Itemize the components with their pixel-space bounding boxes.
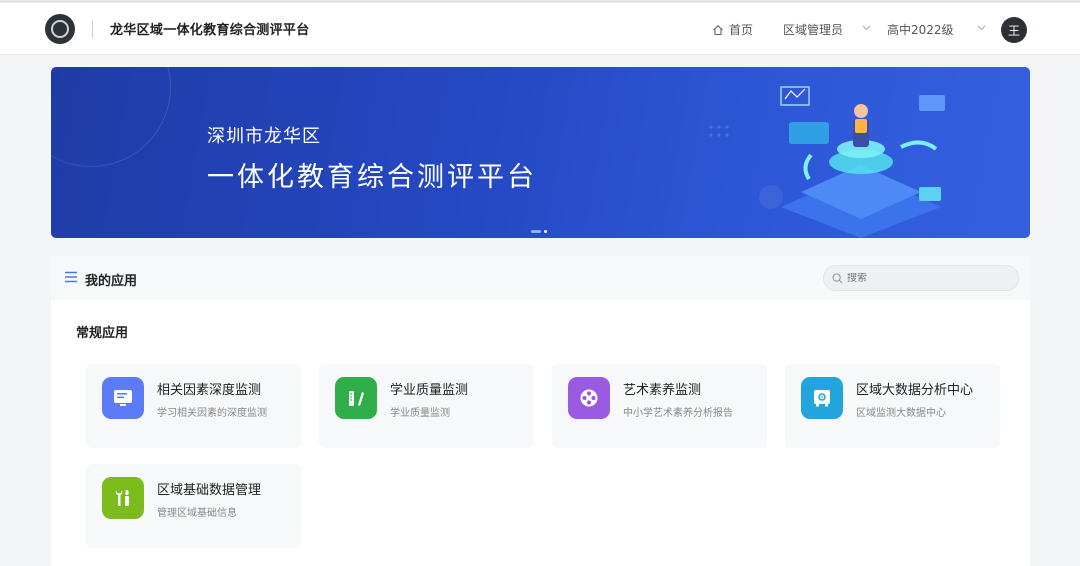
app-desc: 区域监测大数据中心	[856, 408, 946, 419]
banner-title: 一体化教育综合测评平台	[207, 162, 537, 193]
app-name: 学业质量监测	[390, 383, 469, 398]
logo[interactable]	[45, 14, 75, 44]
hero-banner[interactable]: 深圳市龙华区 一体化教育综合测评平台	[51, 67, 1030, 238]
banner-illustration	[709, 86, 945, 238]
nav-home[interactable]: 首页	[712, 21, 753, 38]
menu-icon	[65, 271, 77, 283]
tools-icon	[102, 477, 144, 519]
nav-home-label: 首页	[729, 23, 754, 37]
carousel-dot-active[interactable]	[531, 230, 541, 233]
app-card-art-literacy[interactable]: 艺术素养监测 中小学艺术素养分析报告	[552, 364, 767, 448]
app-desc: 管理区域基础信息	[157, 508, 237, 519]
app-name: 艺术素养监测	[623, 383, 702, 398]
chevron-down-icon[interactable]	[862, 23, 871, 32]
avatar[interactable]: 王	[1001, 17, 1027, 43]
banner-decoration	[51, 67, 171, 167]
ruler-pen-icon	[335, 377, 377, 419]
app-card-related-factors[interactable]: 相关因素深度监测 学习相关因素的深度监测	[86, 364, 301, 448]
app-name: 相关因素深度监测	[157, 383, 262, 398]
app-title: 龙华区域一体化教育综合测评平台	[110, 23, 310, 38]
header-divider	[92, 21, 93, 38]
app-name: 区域大数据分析中心	[856, 383, 974, 398]
app-desc: 学习相关因素的深度监测	[157, 408, 267, 419]
app-desc: 学业质量监测	[390, 408, 450, 419]
carousel-dot[interactable]	[544, 230, 547, 233]
app-card-academic-quality[interactable]: 学业质量监测 学业质量监测	[319, 364, 534, 448]
monitor-icon	[102, 377, 144, 419]
my-apps-panel: 我的应用 常规应用 相关因素深度监测 学习相关因素的深度监测	[51, 256, 1030, 566]
home-icon	[713, 24, 723, 35]
panel-header: 我的应用	[51, 256, 1030, 300]
grade-selector[interactable]: 高中2022级	[887, 21, 954, 38]
carousel-indicator[interactable]	[531, 230, 547, 233]
search-box[interactable]	[823, 265, 1019, 291]
role-label: 区域管理员	[783, 23, 844, 37]
app-desc: 中小学艺术素养分析报告	[623, 408, 733, 419]
app-card-big-data-center[interactable]: 区域大数据分析中心 区域监测大数据中心	[785, 364, 1000, 448]
grade-label: 高中2022级	[887, 23, 954, 37]
role-selector[interactable]: 区域管理员	[783, 21, 843, 38]
app-card-base-data-management[interactable]: 区域基础数据管理 管理区域基础信息	[86, 464, 301, 548]
section-title: 常规应用	[76, 326, 129, 341]
banner-subtitle: 深圳市龙华区	[207, 126, 321, 147]
search-icon	[832, 272, 843, 283]
search-input[interactable]	[847, 272, 997, 284]
app-name: 区域基础数据管理	[157, 483, 262, 498]
safe-box-icon	[801, 377, 843, 419]
chevron-down-icon[interactable]	[977, 23, 986, 32]
top-header: 龙华区域一体化教育综合测评平台 首页 区域管理员 高中2022级 王	[0, 3, 1080, 55]
panel-title: 我的应用	[85, 274, 138, 289]
film-reel-icon	[568, 377, 610, 419]
